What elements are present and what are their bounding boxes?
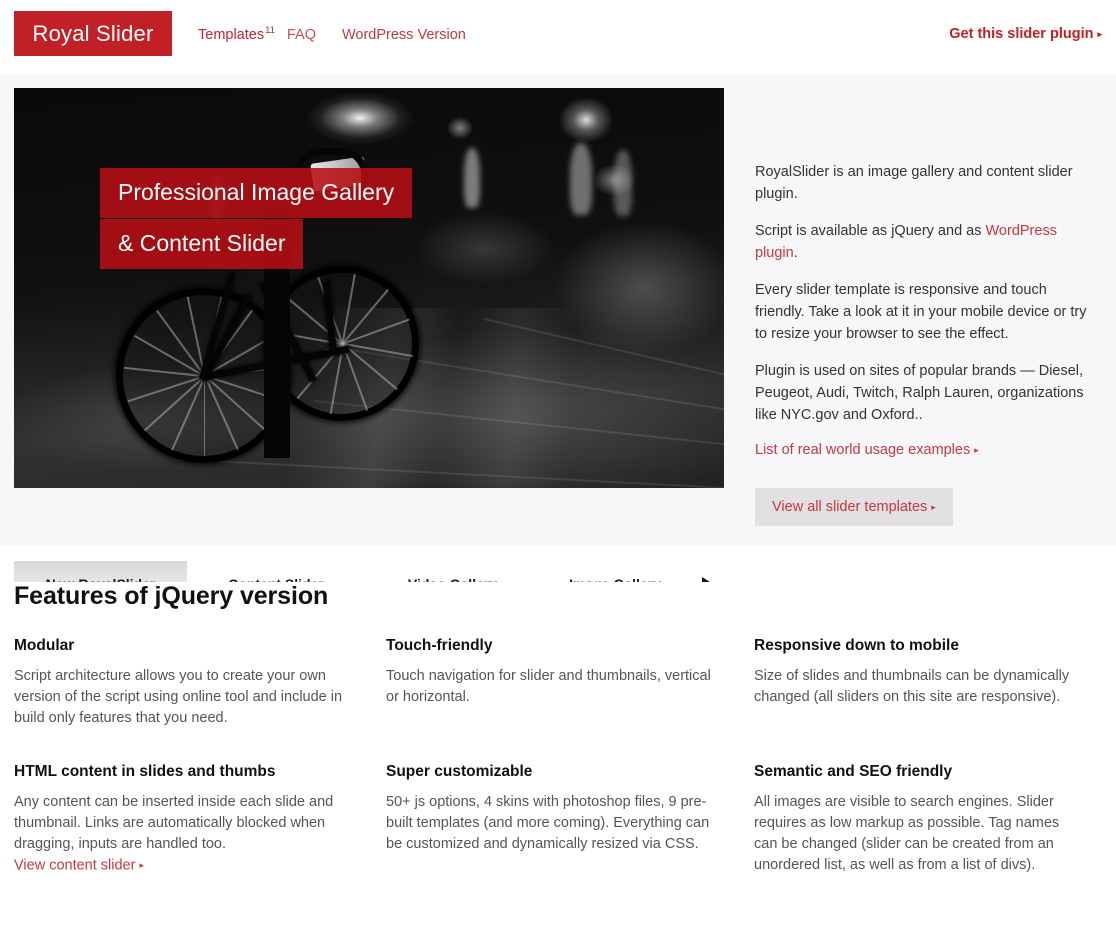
nav-item-faq[interactable]: FAQ — [287, 27, 316, 43]
blurred-pedestrian — [614, 150, 632, 216]
blurred-pedestrian — [464, 148, 480, 208]
nav-item-templates-label: Templates — [198, 26, 265, 43]
feature-card: Touch-friendly Touch navigation for slid… — [386, 637, 754, 729]
image-slider[interactable]: Professional Image Gallery & Content Sli… — [14, 88, 724, 488]
site-logo[interactable]: Royal Slider — [14, 11, 172, 56]
intro-paragraph-2-before: Script is available as jQuery and as — [755, 223, 986, 239]
feature-body: Script architecture allows you to create… — [14, 668, 343, 726]
feature-card: Responsive down to mobile Size of slides… — [754, 637, 1102, 729]
nav-item-templates[interactable]: Templates11 — [198, 25, 275, 43]
feature-title: Semantic and SEO friendly — [754, 763, 953, 780]
slide-caption-primary: Professional Image Gallery — [100, 168, 413, 218]
site-header: Royal Slider Templates11 FAQ WordPress V… — [0, 0, 1116, 73]
view-all-templates-button[interactable]: View all slider templates ▸ — [755, 488, 953, 527]
main-nav: Templates11 FAQ WordPress Version — [198, 25, 466, 43]
feature-title: Modular — [14, 637, 75, 654]
nav-item-templates-count: 11 — [265, 25, 275, 36]
get-plugin-label: Get this slider plugin — [949, 26, 1094, 42]
get-plugin-button[interactable]: Get this slider plugin ▸ — [949, 26, 1102, 42]
feature-body: Any content can be inserted inside each … — [14, 794, 334, 852]
blurred-pedestrian — [570, 143, 592, 215]
site-logo-label: Royal Slider — [32, 20, 154, 46]
feature-card: Modular Script architecture allows you t… — [14, 637, 386, 729]
feature-card: Semantic and SEO friendly All images are… — [754, 763, 1102, 876]
hero-section: Professional Image Gallery & Content Sli… — [0, 73, 1116, 607]
feature-title: HTML content in slides and thumbs — [14, 763, 276, 780]
arrow-right-icon: ▸ — [139, 860, 144, 870]
intro-paragraph-3: Every slider template is responsive and … — [755, 282, 1087, 342]
feature-card: HTML content in slides and thumbs Any co… — [14, 763, 386, 876]
slide-caption-secondary: & Content Slider — [100, 219, 304, 269]
feature-title: Super customizable — [386, 763, 533, 780]
view-all-templates-label: View all slider templates — [772, 499, 928, 516]
intro-paragraph-1: RoyalSlider is an image gallery and cont… — [755, 164, 1073, 202]
feature-title: Touch-friendly — [386, 637, 493, 654]
arrow-right-icon: ▸ — [931, 501, 936, 512]
arrow-right-icon: ▸ — [974, 445, 979, 456]
intro-paragraph-2: Script is available as jQuery and as Wor… — [755, 220, 1095, 264]
features-section: Features of jQuery version Modular Scrip… — [0, 582, 1116, 911]
view-content-slider-link[interactable]: View content slider ▸ — [14, 855, 144, 876]
intro-paragraph-4: Plugin is used on sites of popular brand… — [755, 363, 1084, 423]
intro-copy: RoyalSlider is an image gallery and cont… — [755, 161, 1095, 527]
arrow-right-icon: ▸ — [1097, 28, 1102, 39]
nav-item-wordpress-version[interactable]: WordPress Version — [342, 27, 466, 43]
view-content-slider-label: View content slider — [14, 857, 136, 874]
intro-paragraph-2-after: . — [793, 245, 798, 261]
feature-body: 50+ js options, 4 skins with photoshop f… — [386, 794, 710, 852]
feature-body: Touch navigation for slider and thumbnai… — [386, 668, 711, 705]
usage-examples-link[interactable]: List of real world usage examples ▸ — [755, 439, 979, 461]
feature-body: All images are visible to search engines… — [754, 794, 1060, 873]
features-grid: Modular Script architecture allows you t… — [14, 637, 1102, 910]
usage-examples-label: List of real world usage examples — [755, 442, 971, 458]
features-heading: Features of jQuery version — [14, 582, 329, 610]
feature-body: Size of slides and thumbnails can be dyn… — [754, 668, 1070, 705]
feature-card: Super customizable 50+ js options, 4 ski… — [386, 763, 754, 876]
feature-title: Responsive down to mobile — [754, 637, 959, 654]
